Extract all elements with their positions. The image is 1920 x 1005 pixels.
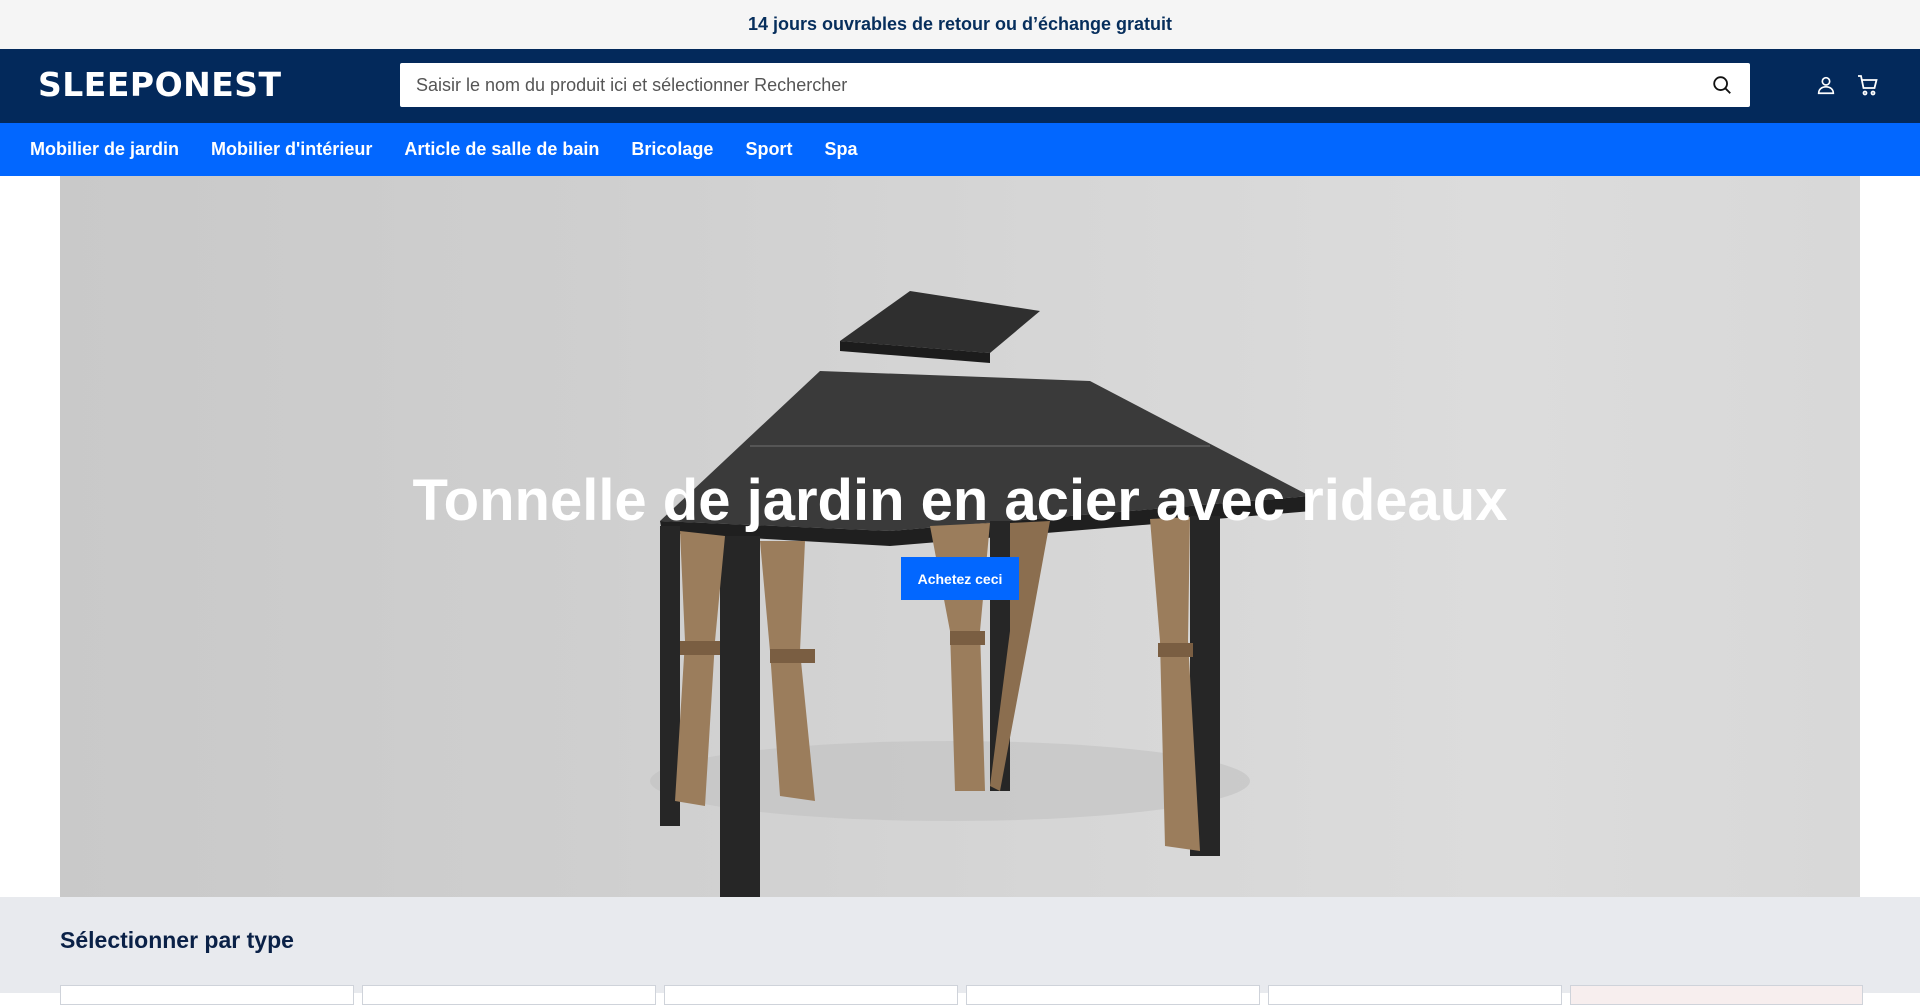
shop-by-type-section: Sélectionner par type <box>0 897 1920 1005</box>
site-header: SLEEPONEST <box>0 49 1920 123</box>
nav-item-indoor-furniture[interactable]: Mobilier d'intérieur <box>211 139 372 160</box>
cart-button[interactable] <box>1856 73 1880 97</box>
account-button[interactable] <box>1814 73 1838 97</box>
search-icon <box>1713 76 1731 94</box>
type-cards <box>60 985 1863 1005</box>
main-nav: Mobilier de jardin Mobilier d'intérieur … <box>0 123 1920 176</box>
nav-item-sport[interactable]: Sport <box>745 139 792 160</box>
announcement-text: 14 jours ouvrables de retour ou d’échang… <box>747 14 1173 34</box>
user-icon <box>1817 76 1835 95</box>
nav-item-garden-furniture[interactable]: Mobilier de jardin <box>30 139 179 160</box>
type-card[interactable] <box>664 985 958 1005</box>
site-logo[interactable]: SLEEPONEST <box>38 65 282 105</box>
nav-item-diy[interactable]: Bricolage <box>631 139 713 160</box>
hero-banner[interactable]: Tonnelle de jardin en acier avec rideaux… <box>60 176 1860 897</box>
type-card[interactable] <box>60 985 354 1005</box>
hero-title: Tonnelle de jardin en acier avec rideaux <box>412 468 1508 533</box>
type-card[interactable] <box>1570 985 1863 1005</box>
nav-item-bathroom[interactable]: Article de salle de bain <box>404 139 599 160</box>
section-title: Sélectionner par type <box>60 927 294 953</box>
search-bar <box>400 63 1750 107</box>
search-input[interactable] <box>400 63 1694 107</box>
type-card[interactable] <box>362 985 656 1005</box>
shop-now-button[interactable]: Achetez ceci <box>901 557 1019 600</box>
announcement-bar: 14 jours ouvrables de retour ou d’échang… <box>0 0 1920 49</box>
header-actions <box>1814 73 1880 97</box>
nav-item-spa[interactable]: Spa <box>824 139 857 160</box>
hero-section: Tonnelle de jardin en acier avec rideaux… <box>0 176 1920 897</box>
type-card[interactable] <box>966 985 1260 1005</box>
type-card[interactable] <box>1268 985 1562 1005</box>
cart-icon <box>1858 75 1878 96</box>
search-button[interactable] <box>1694 63 1750 107</box>
